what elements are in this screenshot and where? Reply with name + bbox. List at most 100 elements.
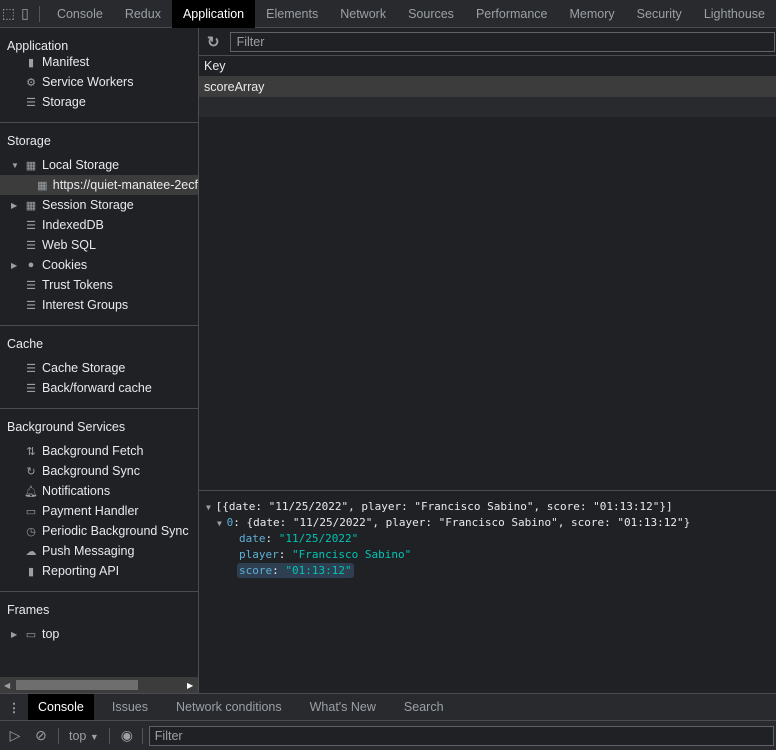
value: "Francisco Sabino": [292, 548, 412, 561]
label: https://quiet-manatee-2ecf: [52, 178, 198, 192]
tab-network[interactable]: Network: [329, 0, 397, 28]
database-icon: ☰: [26, 219, 36, 232]
inspect-element-icon[interactable]: ⬚: [0, 0, 17, 28]
sidebar-item-trust-tokens[interactable]: ☰ Trust Tokens: [0, 275, 198, 295]
label: Service Workers: [42, 75, 134, 89]
drawer-tab-search[interactable]: Search: [394, 694, 454, 720]
label: Push Messaging: [42, 544, 135, 558]
clear-console-icon[interactable]: ⊘: [28, 722, 54, 750]
property-date[interactable]: date: "11/25/2022": [199, 531, 776, 547]
divider: [141, 727, 143, 744]
dropdown-arrow-icon: ▼: [89, 731, 99, 742]
sidebar-item-local-storage-origin[interactable]: ▦ https://quiet-manatee-2ecf: [0, 175, 198, 195]
sidebar-horizontal-scrollbar[interactable]: ◀ ▶: [0, 677, 198, 693]
tab-elements[interactable]: Elements: [255, 0, 329, 28]
label: Periodic Background Sync: [42, 524, 189, 538]
database-icon: ☰: [26, 96, 36, 109]
database-icon: ☰: [26, 299, 36, 312]
drawer-tab-whats-new[interactable]: What's New: [300, 694, 386, 720]
sidebar-item-notifications[interactable]: 🔔︎ Notifications: [0, 481, 198, 501]
database-icon: ☰: [26, 239, 36, 252]
key: player: [239, 548, 279, 561]
live-expression-eye-icon[interactable]: ◉: [114, 722, 140, 750]
sidebar-item-manifest[interactable]: ▮ Manifest: [0, 52, 198, 72]
sidebar-item-session-storage[interactable]: ▶ ▦ Session Storage: [0, 195, 198, 215]
sidebar-item-cache-storage[interactable]: ☰ Cache Storage: [0, 358, 198, 378]
label: Payment Handler: [42, 504, 139, 518]
storage-filter-input[interactable]: Filter: [229, 31, 775, 52]
table-row[interactable]: scoreArray: [199, 77, 776, 97]
section-background-services: Background Services: [7, 420, 126, 434]
expand-arrow-icon[interactable]: ▼: [11, 161, 19, 170]
drawer-tab-network-conditions[interactable]: Network conditions: [166, 694, 292, 720]
sidebar-item-back-forward-cache[interactable]: ☰ Back/forward cache: [0, 378, 198, 398]
label: Notifications: [42, 484, 111, 498]
tab-security[interactable]: Security: [626, 0, 693, 28]
drawer-tab-issues[interactable]: Issues: [102, 694, 158, 720]
label: top: [42, 627, 60, 641]
expand-arrow-icon[interactable]: ▶: [11, 201, 17, 210]
property-player[interactable]: player: "Francisco Sabino": [199, 547, 776, 563]
clock-icon: ◷: [26, 525, 36, 538]
console-toolbar: ▷ ⊘ top ▼ ◉ Filter: [0, 721, 776, 750]
more-menu-icon[interactable]: ⋮: [0, 700, 28, 715]
divider: [108, 727, 110, 744]
bell-icon: 🔔︎: [24, 485, 38, 498]
tab-application[interactable]: Application: [171, 0, 256, 28]
property-score[interactable]: score: "01:13:12": [199, 563, 776, 579]
sidebar-item-web-sql[interactable]: ☰ Web SQL: [0, 235, 198, 255]
card-icon: ▭: [25, 505, 37, 518]
context-selector[interactable]: top ▼: [63, 729, 105, 743]
tab-performance[interactable]: Performance: [465, 0, 559, 28]
device-toolbar-icon[interactable]: ▯: [17, 0, 34, 28]
scroll-right-icon[interactable]: ▶: [187, 681, 193, 690]
key-column-header[interactable]: Key: [199, 56, 776, 77]
preview-root[interactable]: ▼ [{date: "11/25/2022", player: "Francis…: [199, 499, 776, 515]
console-filter-input[interactable]: Filter: [148, 725, 774, 746]
sidebar-item-push-messaging[interactable]: ☁ Push Messaging: [0, 541, 198, 561]
drawer-tab-console[interactable]: Console: [28, 694, 94, 720]
sidebar-item-interest-groups[interactable]: ☰ Interest Groups: [0, 295, 198, 315]
tab-lighthouse[interactable]: Lighthouse: [693, 0, 776, 28]
divider: [0, 122, 198, 123]
expand-arrow-icon[interactable]: ▼: [206, 503, 216, 512]
section-frames: Frames: [7, 603, 50, 617]
scroll-left-icon[interactable]: ◀: [4, 681, 10, 690]
sync-icon: ↻: [26, 465, 36, 478]
refresh-icon[interactable]: ↻: [207, 33, 220, 51]
arrows-updown-icon: ⇅: [26, 445, 36, 458]
sidebar-toggle-icon[interactable]: ▷: [2, 722, 28, 750]
sidebar-item-reporting-api[interactable]: ▮ Reporting API: [0, 561, 198, 581]
label: Trust Tokens: [42, 278, 113, 292]
context-value: top: [69, 728, 87, 743]
sidebar-item-indexeddb[interactable]: ☰ IndexedDB: [0, 215, 198, 235]
label: Manifest: [42, 55, 90, 69]
sidebar-item-cookies[interactable]: ▶ ● Cookies: [0, 255, 198, 275]
expand-arrow-icon[interactable]: ▼: [217, 519, 227, 528]
expand-arrow-icon[interactable]: ▶: [11, 630, 17, 639]
sidebar-item-payment-handler[interactable]: ▭ Payment Handler: [0, 501, 198, 521]
tab-redux[interactable]: Redux: [114, 0, 172, 28]
scrollbar-thumb[interactable]: [16, 680, 138, 690]
empty-row: [199, 97, 776, 117]
expand-arrow-icon[interactable]: ▶: [11, 261, 17, 270]
application-sidebar: Application ▮ Manifest ⚙ Service Workers ☰…: [0, 28, 199, 693]
sidebar-item-background-sync[interactable]: ↻ Background Sync: [0, 461, 198, 481]
sidebar-item-frame-top[interactable]: ▶ ▭ top: [0, 624, 198, 644]
preview-item-0[interactable]: ▼ 0: {date: "11/25/2022", player: "Franc…: [199, 515, 776, 531]
value: "01:13:12": [285, 564, 352, 577]
tab-console[interactable]: Console: [46, 0, 114, 28]
gear-icon: ⚙: [26, 76, 36, 89]
sidebar-item-periodic-background-sync[interactable]: ◷ Periodic Background Sync: [0, 521, 198, 541]
sidebar-item-storage[interactable]: ☰ Storage: [0, 92, 198, 112]
tab-sources[interactable]: Sources: [397, 0, 465, 28]
tab-memory[interactable]: Memory: [559, 0, 626, 28]
sidebar-item-service-workers[interactable]: ⚙ Service Workers: [0, 72, 198, 92]
label: Session Storage: [42, 198, 134, 212]
database-icon: ☰: [26, 279, 36, 292]
label: Background Fetch: [42, 444, 144, 458]
database-icon: ☰: [26, 362, 36, 375]
sidebar-item-local-storage[interactable]: ▼ ▦ Local Storage: [0, 155, 198, 175]
grid-icon: ▦: [37, 179, 48, 192]
sidebar-item-background-fetch[interactable]: ⇅ Background Fetch: [0, 441, 198, 461]
